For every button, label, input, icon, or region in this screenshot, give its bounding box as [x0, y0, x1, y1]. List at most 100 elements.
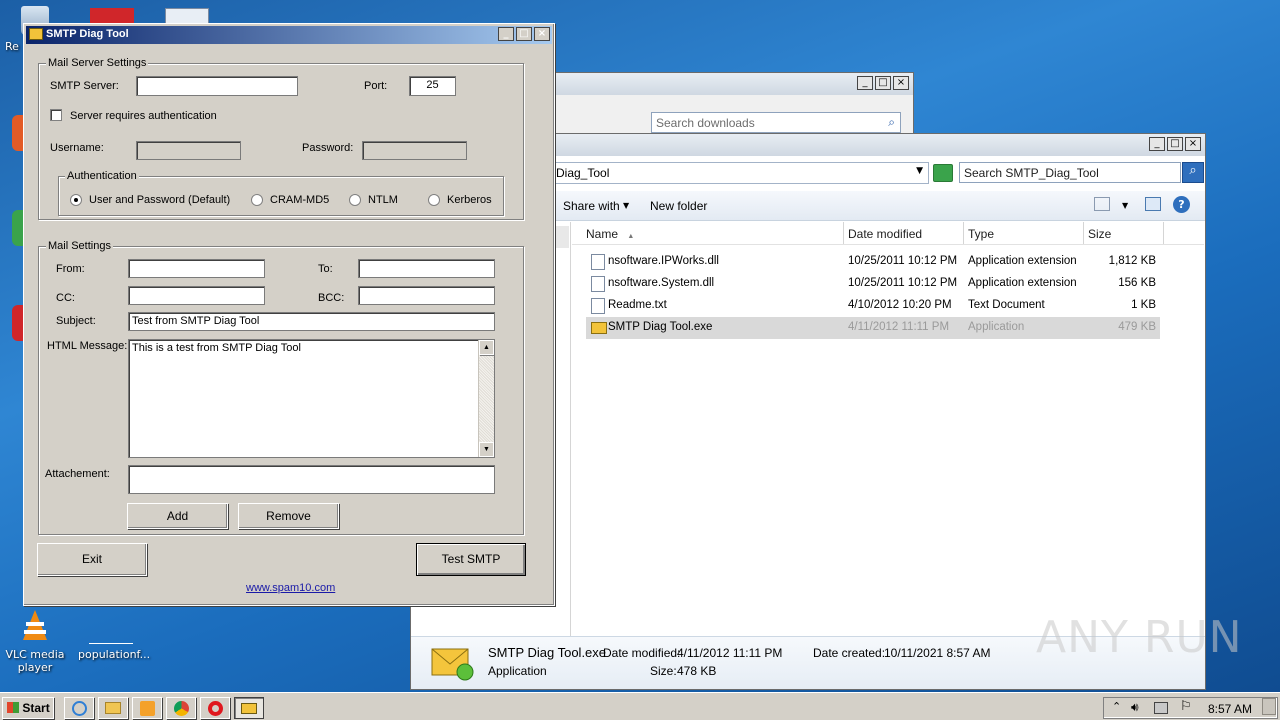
maximize-button[interactable]: □ [516, 27, 532, 41]
column-header-type[interactable]: Type [964, 222, 1084, 244]
auth-required-checkbox[interactable] [50, 109, 62, 121]
refresh-icon[interactable] [933, 164, 953, 182]
close-button[interactable]: × [534, 27, 550, 41]
chevron-down-icon[interactable]: ▼ [916, 166, 923, 176]
auth-ntlm-radio[interactable] [349, 194, 361, 206]
network-icon[interactable] [1154, 702, 1168, 714]
cc-input[interactable] [128, 286, 265, 305]
textarea-scrollbar[interactable]: ▲ ▼ [478, 340, 494, 457]
subject-input[interactable]: Test from SMTP Diag Tool [128, 312, 495, 331]
address-path: Diag_Tool [556, 166, 610, 180]
maximize-button[interactable]: □ [1167, 137, 1183, 151]
test-smtp-button[interactable]: Test SMTP [416, 543, 526, 576]
scroll-up-arrow-icon[interactable]: ▲ [479, 340, 494, 355]
search-icon[interactable]: ⌕ [888, 115, 895, 130]
file-row[interactable]: Readme.txt 4/10/2012 10:20 PM Text Docum… [586, 295, 1160, 317]
tray-expand-icon[interactable]: ⌃ [1112, 700, 1121, 713]
windows-logo-icon [7, 702, 19, 713]
view-options-icon[interactable] [1094, 197, 1110, 211]
chevron-down-icon[interactable]: ▼ [623, 201, 629, 210]
app-envelope-icon [29, 28, 43, 40]
dialog-title: SMTP Diag Tool [46, 28, 129, 40]
explorer-taskbar-button[interactable] [98, 697, 128, 719]
share-with-menu[interactable]: Share with [563, 199, 620, 213]
explorer-search-input[interactable]: Search SMTP_Diag_Tool [959, 162, 1181, 183]
chrome-icon [173, 701, 189, 716]
new-folder-button[interactable]: New folder [650, 199, 707, 213]
search-icon[interactable]: ⌕ [1182, 162, 1204, 183]
chrome-taskbar-button[interactable] [166, 697, 196, 719]
column-header-divider [572, 244, 1204, 245]
exit-button[interactable]: Exit [37, 543, 147, 576]
column-header-size[interactable]: Size [1084, 222, 1164, 244]
start-button[interactable]: Start [2, 697, 54, 719]
taskbar-clock[interactable]: 8:57 AM [1208, 702, 1252, 716]
username-label: Username: [50, 142, 104, 154]
file-row-selected[interactable]: SMTP Diag Tool.exe 4/11/2012 11:11 PM Ap… [586, 317, 1160, 339]
minimize-button[interactable]: _ [1149, 137, 1165, 151]
desktop-app-icon[interactable] [90, 8, 134, 24]
password-label: Password: [302, 142, 354, 154]
ie-taskbar-button[interactable] [64, 697, 94, 719]
envelope-app-icon [431, 647, 475, 681]
mail-server-settings-label: Mail Server Settings [46, 57, 149, 69]
desktop-icon-label: populationf... [78, 648, 151, 661]
close-button[interactable]: × [893, 76, 909, 90]
anyrun-watermark: ANY RUN [1036, 612, 1243, 663]
from-input[interactable] [128, 259, 265, 278]
website-link[interactable]: www.spam10.com [246, 582, 335, 594]
auth-user-password-radio[interactable] [70, 194, 82, 206]
to-input[interactable] [358, 259, 495, 278]
volume-icon[interactable]: 🔊︎ [1131, 700, 1139, 715]
smtp-diag-taskbar-button[interactable] [234, 697, 264, 719]
media-player-taskbar-button[interactable] [132, 697, 162, 719]
attachment-input[interactable] [128, 465, 495, 494]
auth-cram-md5-label: CRAM-MD5 [270, 194, 330, 206]
username-input[interactable] [136, 141, 241, 160]
column-header-date[interactable]: Date modified [844, 222, 964, 244]
desktop-file-icon[interactable] [165, 8, 209, 24]
add-attachment-button[interactable]: Add [127, 503, 228, 529]
to-label: To: [318, 263, 333, 275]
port-label: Port: [364, 80, 388, 92]
smtp-diag-dialog[interactable]: SMTP Diag Tool _ □ × Mail Server Setting… [23, 23, 555, 606]
vlc-cone-icon [17, 608, 53, 644]
downloads-search-input[interactable]: Search downloads ⌕ [651, 112, 901, 133]
file-row[interactable]: nsoftware.IPWorks.dll 10/25/2011 10:12 P… [586, 251, 1160, 273]
password-input[interactable] [362, 141, 467, 160]
bcc-input[interactable] [358, 286, 495, 305]
opera-taskbar-button[interactable] [200, 697, 230, 719]
sort-arrow-icon: ▲ [627, 233, 635, 240]
minimize-button[interactable]: _ [857, 76, 873, 90]
downloads-window[interactable]: _ □ × Search downloads ⌕ [540, 72, 914, 142]
address-bar[interactable]: Diag_Tool ▼ [551, 162, 929, 184]
chevron-down-icon[interactable]: ▼ [1122, 201, 1128, 210]
dialog-titlebar[interactable]: SMTP Diag Tool _ □ × [26, 26, 552, 44]
smtp-server-label: SMTP Server: [50, 80, 119, 92]
show-desktop-button[interactable] [1262, 698, 1276, 715]
file-row[interactable]: nsoftware.System.dll 10/25/2011 10:12 PM… [586, 273, 1160, 295]
subject-label: Subject: [56, 315, 96, 327]
html-message-text: This is a test from SMTP Diag Tool [132, 342, 301, 354]
minimize-button[interactable]: _ [498, 27, 514, 41]
downloads-search-placeholder: Search downloads [656, 116, 755, 130]
details-date-modified: 4/11/2012 11:11 PM [677, 646, 783, 660]
explorer-search-placeholder: Search SMTP_Diag_Tool [964, 166, 1099, 180]
downloads-titlebar[interactable]: _ □ × [541, 73, 913, 95]
auth-cram-md5-radio[interactable] [251, 194, 263, 206]
column-header-name[interactable]: Name ▲ [582, 222, 844, 244]
smtp-server-input[interactable] [136, 76, 298, 96]
mail-settings-label: Mail Settings [46, 240, 113, 252]
help-icon[interactable]: ? [1173, 196, 1190, 213]
scroll-down-arrow-icon[interactable]: ▼ [479, 442, 494, 457]
desktop-icon-population-file[interactable]: populationf... [78, 608, 151, 661]
auth-kerberos-radio[interactable] [428, 194, 440, 206]
remove-attachment-button[interactable]: Remove [238, 503, 339, 529]
preview-pane-icon[interactable] [1145, 197, 1161, 211]
flag-icon[interactable]: ⚐ [1180, 699, 1192, 714]
close-button[interactable]: × [1185, 137, 1201, 151]
maximize-button[interactable]: □ [875, 76, 891, 90]
port-input[interactable]: 25 [409, 76, 456, 96]
desktop-icon-vlc[interactable]: VLC media player [5, 608, 65, 674]
html-message-textarea[interactable]: This is a test from SMTP Diag Tool ▲ ▼ [128, 339, 495, 458]
